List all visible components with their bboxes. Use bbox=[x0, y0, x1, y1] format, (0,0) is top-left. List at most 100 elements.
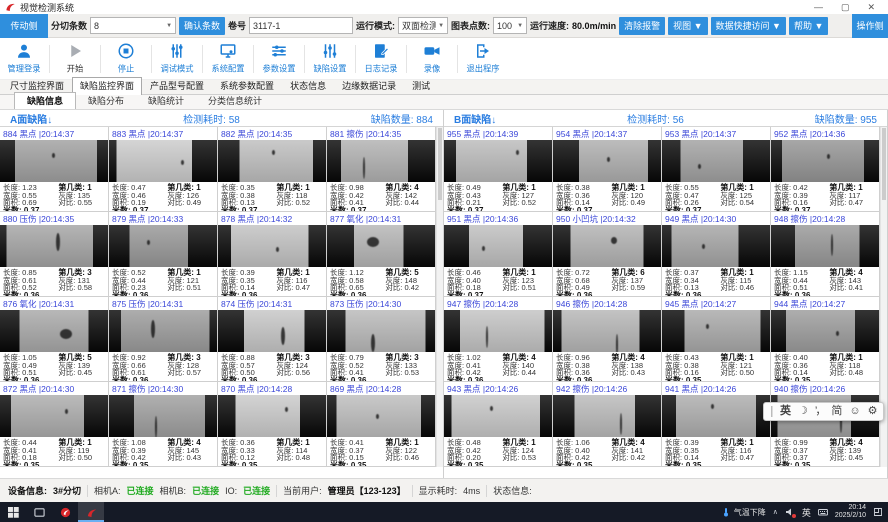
defect-cell-869[interactable]: 869 黑点 |20:14:28长度: 0.41宽度: 0.37面积: 0.15… bbox=[327, 382, 436, 467]
defect-cell-944[interactable]: 944 黑点 |20:14:27长度: 0.40宽度: 0.36面积: 0.14… bbox=[771, 297, 880, 382]
taskbar-app-icon-current[interactable] bbox=[78, 502, 104, 522]
run-mode-select[interactable]: 双面检测 ▼ bbox=[398, 17, 448, 34]
toolbar-button-system-monitor[interactable]: 系统配置 bbox=[206, 40, 250, 77]
defect-cell-953[interactable]: 953 黑点 |20:14:37长度: 0.55宽度: 0.47面积: 0.26… bbox=[662, 127, 771, 212]
defect-cell-945[interactable]: 945 黑点 |20:14:27长度: 0.43宽度: 0.38面积: 0.16… bbox=[662, 297, 771, 382]
clear-alarm-button[interactable]: 清除报警 bbox=[619, 17, 665, 35]
chart-points-label: 图表点数: bbox=[451, 19, 490, 32]
defect-cell-883[interactable]: 883 黑点 |20:14:37长度: 0.47宽度: 0.46面积: 0.19… bbox=[109, 127, 218, 212]
panel-scrollbar[interactable] bbox=[436, 127, 443, 467]
defect-image bbox=[662, 310, 770, 352]
start-button[interactable] bbox=[0, 502, 26, 522]
defect-cell-943[interactable]: 943 黑点 |20:14:26长度: 0.48宽度: 0.42面积: 0.20… bbox=[444, 382, 553, 467]
defect-cell-879[interactable]: 879 黑点 |20:14:33长度: 0.52宽度: 0.44面积: 0.23… bbox=[109, 212, 218, 297]
defect-cell-948[interactable]: 948 擦伤 |20:14:28长度: 1.15宽度: 0.44面积: 0.51… bbox=[771, 212, 880, 297]
tab-main-6[interactable]: 测试 bbox=[404, 77, 438, 94]
toolbar-button-play[interactable]: 开始 bbox=[53, 40, 97, 77]
defect-cell-940[interactable]: 940 擦伤 |20:14:26长度: 0.99宽度: 0.37面积: 0.37… bbox=[771, 382, 880, 467]
tab-sub-1[interactable]: 缺陷分布 bbox=[76, 93, 136, 109]
emoji-icon[interactable]: ☺ bbox=[849, 406, 860, 417]
defect-cell-951[interactable]: 951 黑点 |20:14:36长度: 0.46宽度: 0.40面积: 0.18… bbox=[444, 212, 553, 297]
toolbar-button-exit-door[interactable]: 退出程序 bbox=[461, 40, 505, 77]
weather-widget[interactable]: 气温下降 bbox=[721, 507, 766, 518]
defect-cell-950[interactable]: 950 小凹坑 |20:14:32长度: 0.72宽度: 0.68面积: 0.4… bbox=[553, 212, 662, 297]
panel-header: A面缺陷↓检测耗时: 58缺陷数量: 884 bbox=[0, 110, 443, 127]
ime-simplified-mode[interactable]: 简 bbox=[831, 406, 842, 417]
sub-tabs: 缺陷信息缺陷分布缺陷统计分类信息统计 bbox=[0, 95, 888, 110]
chart-points-select[interactable]: 100 ▼ bbox=[493, 17, 527, 34]
maximize-button[interactable]: ▢ bbox=[841, 3, 850, 12]
defect-cell-871[interactable]: 871 擦伤 |20:14:30长度: 1.08宽度: 0.39面积: 0.42… bbox=[109, 382, 218, 467]
defect-cell-header: 950 小凹坑 |20:14:32 bbox=[553, 212, 661, 225]
language-indicator[interactable]: 英 bbox=[802, 506, 811, 519]
tab-sub-2[interactable]: 缺陷统计 bbox=[136, 93, 196, 109]
operate-side-button[interactable]: 操作侧 bbox=[852, 14, 888, 38]
defect-cell-header: 952 黑点 |20:14:36 bbox=[771, 127, 879, 140]
taskbar-app-icon[interactable] bbox=[52, 502, 78, 522]
minimize-button[interactable]: — bbox=[814, 3, 823, 12]
tab-sub-0[interactable]: 缺陷信息 bbox=[14, 92, 76, 109]
toolbar-button-log-book[interactable]: 日志记录 bbox=[359, 40, 403, 77]
defect-meter: 米数: 0.35 bbox=[556, 462, 592, 467]
roll-number-input[interactable]: 3117-1 bbox=[249, 17, 353, 34]
close-button[interactable]: ✕ bbox=[867, 3, 875, 12]
defect-cell-header: 877 氧化 |20:14:31 bbox=[327, 212, 435, 225]
defect-image bbox=[662, 395, 770, 437]
defect-cell-875[interactable]: 875 压伤 |20:14:31长度: 0.92宽度: 0.66面积: 0.61… bbox=[109, 297, 218, 382]
defect-cell-header: 878 黑点 |20:14:32 bbox=[218, 212, 326, 225]
defect-cell-872[interactable]: 872 黑点 |20:14:30长度: 0.44宽度: 0.41面积: 0.18… bbox=[0, 382, 109, 467]
punctuation-toggle[interactable]: ’， bbox=[815, 406, 824, 417]
defect-info: 长度: 0.42宽度: 0.39面积: 0.16米数: 0.37第几类: 1灰度… bbox=[771, 182, 879, 211]
tab-main-3[interactable]: 系统参数配置 bbox=[212, 77, 282, 94]
tab-main-4[interactable]: 状态信息 bbox=[282, 77, 334, 94]
defect-cell-880[interactable]: 880 压伤 |20:14:35长度: 0.85宽度: 0.61面积: 0.52… bbox=[0, 212, 109, 297]
defect-cell-874[interactable]: 874 压伤 |20:14:31长度: 0.88宽度: 0.57面积: 0.50… bbox=[218, 297, 327, 382]
tab-sub-3[interactable]: 分类信息统计 bbox=[196, 93, 274, 109]
display-time-value: 4ms bbox=[463, 486, 480, 496]
moon-icon[interactable]: ☽ bbox=[798, 406, 808, 417]
gear-icon[interactable]: ⚙ bbox=[868, 406, 878, 417]
notification-center-icon[interactable] bbox=[873, 507, 883, 517]
scrollbar-thumb[interactable] bbox=[438, 128, 442, 200]
defect-cell-949[interactable]: 949 黑点 |20:14:30长度: 0.37宽度: 0.34面积: 0.13… bbox=[662, 212, 771, 297]
defect-cell-941[interactable]: 941 黑点 |20:14:26长度: 0.39宽度: 0.35面积: 0.14… bbox=[662, 382, 771, 467]
view-menu-button[interactable]: 视图 ▼ bbox=[668, 17, 707, 35]
toolbar-button-debug-sliders[interactable]: 调试模式 bbox=[155, 40, 199, 77]
defect-cell-947[interactable]: 947 擦伤 |20:14:28长度: 1.02宽度: 0.41面积: 0.42… bbox=[444, 297, 553, 382]
ime-drag-handle[interactable] bbox=[771, 406, 773, 417]
defect-cell-952[interactable]: 952 黑点 |20:14:36 长度: 0.42宽度: 0.39面积: 0.16… bbox=[771, 127, 880, 212]
toolbar-button-defect-sliders[interactable]: 缺陷设置 bbox=[308, 40, 352, 77]
defect-cell-877[interactable]: 877 氧化 |20:14:31长度: 1.12宽度: 0.58面积: 0.65… bbox=[327, 212, 436, 297]
defect-cell-876[interactable]: 876 氧化 |20:14:31长度: 1.05宽度: 0.49面积: 0.51… bbox=[0, 297, 109, 382]
toolbar-button-param-sliders[interactable]: 参数设置 bbox=[257, 40, 301, 77]
defect-cell-955[interactable]: 955 黑点 |20:14:39长度: 0.49宽度: 0.43面积: 0.21… bbox=[444, 127, 553, 212]
defect-cell-946[interactable]: 946 擦伤 |20:14:28长度: 0.96宽度: 0.38面积: 0.36… bbox=[553, 297, 662, 382]
defect-cell-870[interactable]: 870 黑点 |20:14:28长度: 0.36宽度: 0.33面积: 0.12… bbox=[218, 382, 327, 467]
drive-side-button[interactable]: 传动侧 bbox=[0, 14, 48, 38]
tab-main-5[interactable]: 边缘数据记录 bbox=[334, 77, 404, 94]
defect-cell-882[interactable]: 882 黑点 |20:14:35长度: 0.35宽度: 0.38面积: 0.13… bbox=[218, 127, 327, 212]
volume-icon[interactable] bbox=[785, 507, 795, 517]
help-menu-button[interactable]: 帮助 ▼ bbox=[789, 17, 828, 35]
defect-cell-878[interactable]: 878 黑点 |20:14:32长度: 0.39宽度: 0.35面积: 0.14… bbox=[218, 212, 327, 297]
defect-cell-884[interactable]: 884 黑点 |20:14:37长度: 1.23宽度: 0.55面积: 0.69… bbox=[0, 127, 109, 212]
touch-keyboard-icon[interactable] bbox=[818, 507, 828, 517]
defect-cell-873[interactable]: 873 压伤 |20:14:30长度: 0.79宽度: 0.52面积: 0.41… bbox=[327, 297, 436, 382]
taskbar-clock[interactable]: 20:14 2025/2/10 bbox=[835, 504, 866, 520]
tray-expand-chevron[interactable]: ∧ bbox=[773, 508, 778, 516]
toolbar-button-user-login[interactable]: 管理登录 bbox=[2, 40, 46, 77]
task-view-button[interactable] bbox=[26, 502, 52, 522]
ime-english-mode[interactable]: 英 bbox=[780, 406, 791, 417]
toolbar-button-stop[interactable]: 停止 bbox=[104, 40, 148, 77]
tab-main-2[interactable]: 产品型号配置 bbox=[142, 77, 212, 94]
defect-cell-954[interactable]: 954 黑点 |20:14:37长度: 0.38宽度: 0.36面积: 0.14… bbox=[553, 127, 662, 212]
confirm-count-button[interactable]: 确认条数 bbox=[179, 17, 225, 35]
defect-cell-881[interactable]: 881 擦伤 |20:14:35长度: 0.98宽度: 0.42面积: 0.41… bbox=[327, 127, 436, 212]
defect-image bbox=[109, 140, 217, 182]
defect-cell-header: 882 黑点 |20:14:35 bbox=[218, 127, 326, 140]
defect-cell-942[interactable]: 942 擦伤 |20:14:26长度: 1.06宽度: 0.40面积: 0.42… bbox=[553, 382, 662, 467]
scrollbar-thumb[interactable] bbox=[882, 128, 886, 200]
toolbar-button-video-camera[interactable]: 录像 bbox=[410, 40, 454, 77]
slit-count-select[interactable]: 8 ▼ bbox=[90, 17, 176, 34]
data-quick-access-button[interactable]: 数据快捷访问 ▼ bbox=[711, 17, 786, 35]
